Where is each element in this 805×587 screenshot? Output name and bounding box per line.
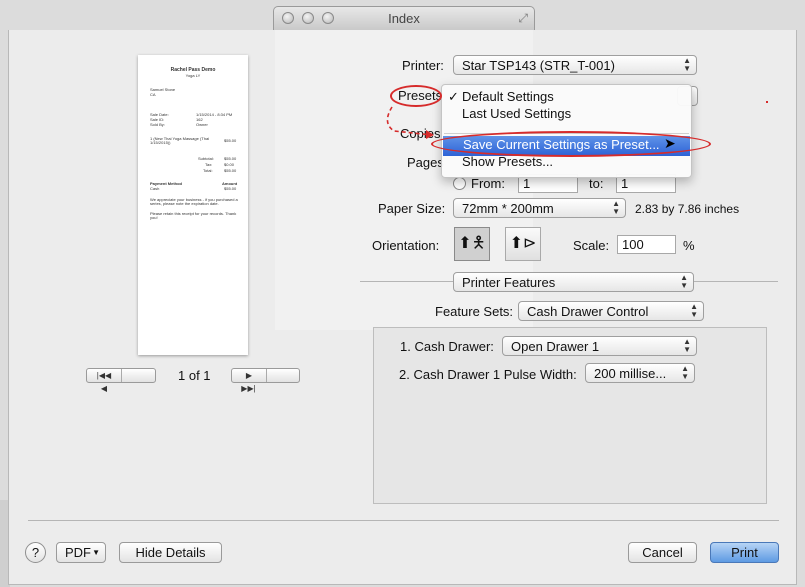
title-bar[interactable]: Index ⤢ xyxy=(273,6,535,30)
receipt-line-item: 1 (New Thai Yoga Massage (Thai 1/15/2015… xyxy=(150,136,210,145)
section-popup-value: Printer Features xyxy=(462,275,556,290)
last-page-icon[interactable]: ▶▶| xyxy=(232,382,265,395)
printer-value: Star TSP143 (STR_T-001) xyxy=(462,58,615,73)
receipt-value: Owner xyxy=(196,122,208,127)
paper-dimensions: 2.83 by 7.86 inches xyxy=(635,202,740,216)
popup-arrows-icon: ▲ ▼ xyxy=(681,364,689,381)
to-label: to: xyxy=(589,176,604,191)
annotation-arrow-icon xyxy=(386,106,434,139)
portrait-orientation-icon[interactable]: ⬆🯅 xyxy=(454,227,490,261)
landscape-orientation-icon[interactable]: ⬆⊳ xyxy=(505,227,541,261)
scale-field[interactable]: 100 xyxy=(617,235,676,254)
section-popup[interactable]: Printer Features ▲ ▼ xyxy=(453,272,694,292)
feature-sets-label: Feature Sets: xyxy=(435,304,514,319)
cash-drawer-popup[interactable]: Open Drawer 1 ▲ ▼ xyxy=(502,336,697,356)
receipt-title: Rachel Pass Demo xyxy=(170,67,216,73)
annotation-dot xyxy=(766,101,768,103)
printer-popup[interactable]: Star TSP143 (STR_T-001) ▲ ▼ xyxy=(453,55,697,75)
receipt-label: Sold By: xyxy=(150,122,165,127)
receipt-payment-method: Cash xyxy=(150,186,160,191)
scale-unit: % xyxy=(683,238,695,253)
popup-arrows-icon: ▲ ▼ xyxy=(612,199,620,216)
fullscreen-icon[interactable]: ⤢ xyxy=(518,11,528,26)
receipt-value: $55.00 xyxy=(224,156,237,161)
popup-arrows-icon: ▲ ▼ xyxy=(690,302,698,319)
paper-size-label: Paper Size: xyxy=(378,201,446,216)
popup-arrows-icon: ▲ ▼ xyxy=(683,337,691,354)
pdf-label: PDF xyxy=(65,545,91,560)
paper-size-popup[interactable]: 72mm * 200mm ▲ ▼ xyxy=(453,198,626,218)
pulse-width-label: 2. Cash Drawer 1 Pulse Width: xyxy=(399,367,577,382)
popup-arrows-icon: ▲ ▼ xyxy=(680,273,688,290)
receipt-subtitle: Yoga LY xyxy=(185,73,201,78)
receipt-address-line: CA xyxy=(150,92,156,97)
menu-item-default-settings[interactable]: Default Settings xyxy=(442,88,691,106)
receipt-note: Please retain this receipt for your reco… xyxy=(150,211,237,220)
cash-drawer-value: Open Drawer 1 xyxy=(511,339,600,354)
page-indicator: 1 of 1 xyxy=(178,368,211,383)
previous-page-icon[interactable]: ◀ xyxy=(87,382,121,395)
pulse-width-popup[interactable]: 200 millise... ▲ ▼ xyxy=(585,363,695,383)
receipt-label: Subtotal: xyxy=(198,156,214,161)
menu-item-last-used-settings[interactable]: Last Used Settings xyxy=(442,105,691,123)
cancel-button[interactable]: Cancel xyxy=(628,542,697,563)
receipt-line-amount: $55.00 xyxy=(224,138,237,143)
next-page-icon[interactable]: ▶ xyxy=(232,369,267,382)
receipt-label: Tax: xyxy=(205,162,213,167)
footer-divider xyxy=(28,520,779,521)
receipt-value: $0.00 xyxy=(224,162,235,167)
hide-details-button[interactable]: Hide Details xyxy=(119,542,222,563)
print-preview-page: Rachel Pass Demo Yoga LY Samuel Stone CA… xyxy=(138,55,248,355)
orientation-label: Orientation: xyxy=(372,238,440,253)
printer-label: Printer: xyxy=(402,58,444,73)
chevron-down-icon: ▼ xyxy=(92,548,100,557)
pages-range-radio[interactable] xyxy=(453,177,466,190)
pages-label: Pages xyxy=(407,155,444,170)
receipt-value: $55.00 xyxy=(224,168,237,173)
receipt-note: We appreciate your business - if you pur… xyxy=(150,197,238,206)
preview-back-buttons[interactable]: |◀◀◀ xyxy=(86,368,156,393)
preview-forward-buttons[interactable]: ▶▶▶| xyxy=(231,368,300,393)
print-button[interactable]: Print xyxy=(710,542,779,563)
feature-sets-value: Cash Drawer Control xyxy=(527,304,649,319)
window-title: Index xyxy=(388,11,420,26)
popup-arrows-icon: ▲ ▼ xyxy=(683,56,691,73)
from-label: From: xyxy=(471,176,505,191)
receipt-payment-amount: $55.00 xyxy=(224,186,237,191)
cash-drawer-label: 1. Cash Drawer: xyxy=(400,339,494,354)
first-page-icon[interactable]: |◀◀ xyxy=(87,369,122,382)
pdf-button[interactable]: PDF ▼ xyxy=(56,542,106,563)
receipt-label: Total: xyxy=(203,168,213,173)
feature-sets-popup[interactable]: Cash Drawer Control ▲ ▼ xyxy=(518,301,704,321)
scale-label: Scale: xyxy=(573,238,610,253)
mouse-pointer-icon: ➤ xyxy=(664,135,676,151)
pulse-width-value: 200 millise... xyxy=(594,366,667,381)
paper-size-value: 72mm * 200mm xyxy=(462,201,554,216)
help-button[interactable]: ? xyxy=(25,542,46,563)
